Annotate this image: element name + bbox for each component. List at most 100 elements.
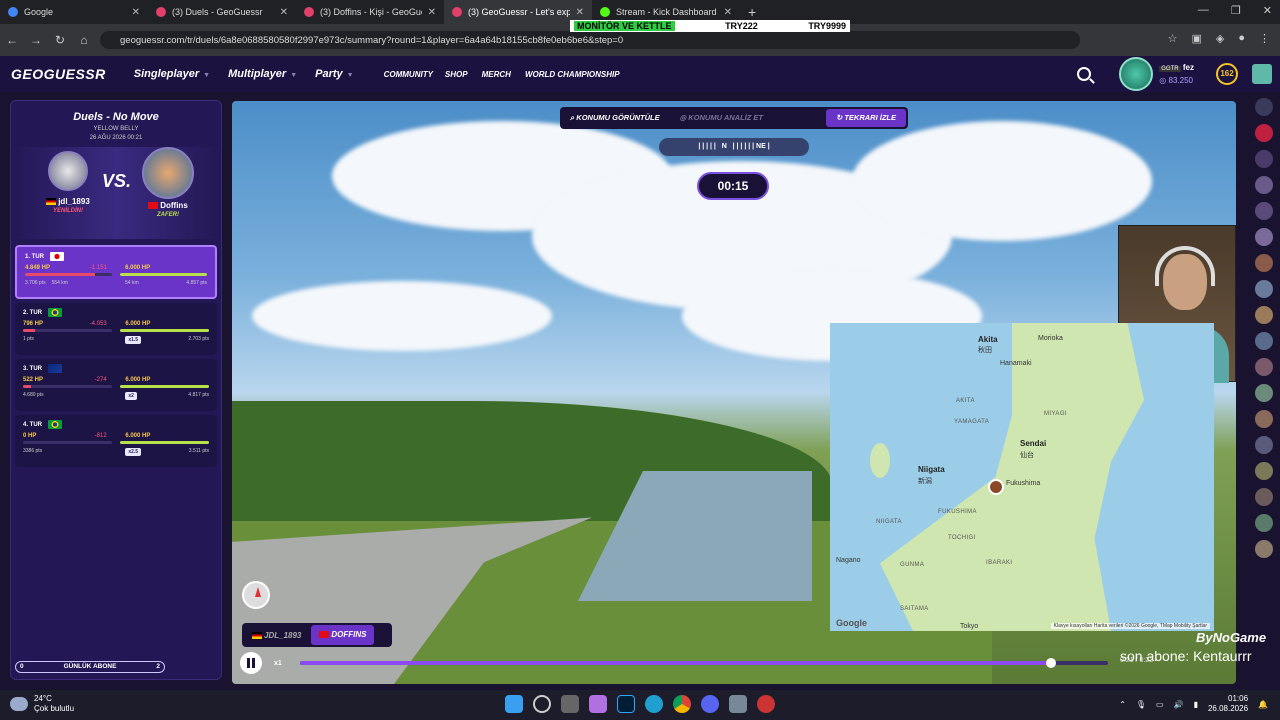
photoshop-icon[interactable] (617, 695, 635, 713)
shield-icon[interactable]: ◈ (1216, 32, 1224, 45)
round-card[interactable]: 4. TUR 0 HP -812 6.000 HP 3386 pts x2.5 3.… (15, 415, 217, 467)
player-1-hp: 796 HP (23, 321, 44, 327)
friend-avatar[interactable] (1255, 410, 1273, 428)
round-card[interactable]: 2. TUR 796 HP -4.053 6.000 HP 1 pts x1.5 2… (15, 303, 217, 355)
friend-avatar[interactable] (1255, 384, 1273, 402)
home-icon[interactable]: ⌂ (72, 33, 96, 47)
weather-widget[interactable]: 24°C Çok bulutlu (10, 694, 74, 714)
menu-icon[interactable]: ⋮ (1259, 32, 1270, 45)
friend-avatar[interactable] (1255, 150, 1273, 168)
battery-icon[interactable]: ▮ (1194, 700, 1198, 709)
minimize-icon[interactable]: — (1198, 4, 1209, 17)
user-avatar[interactable] (1119, 57, 1154, 91)
friend-avatar[interactable] (1255, 280, 1273, 298)
close-tab-icon[interactable]: ✕ (576, 7, 584, 18)
street-view-panorama[interactable]: ⌕ KONUMU GÖRÜNTÜLE ◎ KONUMU ANALİZ ET ↻ … (232, 101, 1236, 684)
favicon-icon (304, 7, 314, 17)
search-icon[interactable] (533, 695, 551, 713)
chrome-icon[interactable] (673, 695, 691, 713)
friend-avatar[interactable] (1255, 254, 1273, 272)
volume-icon[interactable]: 🔊 (1174, 700, 1184, 709)
tab-view-location[interactable]: ⌕ KONUMU GÖRÜNTÜLE (560, 107, 670, 129)
close-tab-icon[interactable]: ✕ (724, 7, 732, 18)
chevron-down-icon: ▼ (290, 72, 298, 79)
tab-title: (3) Duels - GeoGuessr (172, 7, 263, 17)
player-name-text: jdl_1893 (58, 197, 90, 206)
friend-avatar[interactable] (1255, 358, 1273, 376)
friend-avatar[interactable] (1255, 176, 1273, 194)
app-icon[interactable] (729, 695, 747, 713)
nav-singleplayer[interactable]: Singleplayer ▼ (134, 68, 210, 80)
windows-start-icon[interactable] (505, 695, 523, 713)
speed-toggle[interactable]: x1 (274, 660, 282, 667)
progress-handle[interactable] (1046, 658, 1057, 668)
profile-icon[interactable]: ● (1238, 32, 1245, 45)
player-1-name: jdl_1893 (23, 197, 113, 206)
user-info[interactable]: GGTR fez ◎ 83.250 (1159, 62, 1194, 86)
level-badge[interactable]: 162 (1216, 63, 1238, 85)
back-icon[interactable]: ← (0, 33, 24, 47)
friend-avatar[interactable] (1255, 488, 1273, 506)
obs-icon[interactable] (757, 695, 775, 713)
browser-tab[interactable]: (3) Doffins - Kişi - GeoGuessr ✕ (296, 0, 444, 24)
notification-icon[interactable]: 🔔 (1258, 700, 1268, 709)
search-icon[interactable] (1077, 67, 1092, 81)
friend-avatar[interactable] (1255, 124, 1273, 142)
nav-multiplayer[interactable]: Multiplayer ▼ (228, 68, 297, 80)
task-view-icon[interactable] (561, 695, 579, 713)
round-card[interactable]: 1. TUR 4.849 HP -1.151 6.000 HP 3.706 pts… (15, 245, 217, 299)
nav-party[interactable]: Party ▼ (315, 68, 353, 80)
mic-icon[interactable]: 🎙 (1136, 700, 1146, 709)
reload-icon[interactable]: ↻ (48, 33, 72, 47)
friend-avatar[interactable] (1255, 462, 1273, 480)
browser-tab[interactable]: (3) Duels - GeoGuessr ✕ (148, 0, 296, 24)
player-1[interactable]: jdl_1893 YENİLDİN! (23, 151, 113, 214)
close-window-icon[interactable]: ✕ (1263, 4, 1272, 17)
replay-progress[interactable] (300, 658, 1108, 668)
nav-world-championship[interactable]: WORLD CHAMPIONSHIP (525, 70, 620, 79)
new-tab-button[interactable]: + (740, 4, 764, 20)
cloud-icon (10, 697, 28, 711)
close-tab-icon[interactable]: ✕ (428, 7, 436, 18)
tab-watch-replay[interactable]: ↻ TEKRARI İZLE (825, 109, 906, 127)
close-tab-icon[interactable]: ✕ (280, 7, 288, 18)
friend-avatar[interactable] (1255, 306, 1273, 324)
geoguessr-logo[interactable]: GEOGUESSR (11, 66, 106, 82)
discord-icon[interactable] (701, 695, 719, 713)
friend-avatar[interactable] (1255, 514, 1273, 532)
copilot-icon[interactable] (589, 695, 607, 713)
nav-shop[interactable]: SHOP (445, 70, 468, 79)
player-switch-2[interactable]: DOFFINS (311, 625, 375, 645)
edge-icon[interactable] (645, 695, 663, 713)
friend-avatar[interactable] (1255, 540, 1273, 558)
player-2[interactable]: Doffins ZAFER! (123, 147, 213, 218)
chevron-up-icon[interactable]: ⌃ (1119, 700, 1126, 709)
round-card[interactable]: 3. TUR 522 HP -274 6.000 HP 4.680 pts x2 4… (15, 359, 217, 411)
friend-avatar[interactable] (1255, 228, 1273, 246)
url-field[interactable]: geoguessr.com/tr/duels/6a8e0688580580f29… (100, 31, 1080, 49)
friend-avatar[interactable] (1255, 332, 1273, 350)
result-map[interactable]: Akita 秋田 Morioka Hanamaki AKITA MIYAGI Y… (830, 323, 1214, 631)
map-label: Morioka (1038, 335, 1063, 342)
clock[interactable]: 01:06 26.08.2026 (1208, 694, 1248, 714)
compass-north: N (721, 143, 727, 150)
close-tab-icon[interactable]: ✕ (132, 7, 140, 18)
forward-icon[interactable]: → (24, 33, 48, 47)
compass-icon[interactable] (242, 581, 270, 609)
browser-tab[interactable]: Google ✕ (0, 0, 148, 24)
friends-icon[interactable] (1252, 64, 1272, 84)
player-switch-1[interactable]: JDL_1893 (242, 631, 311, 640)
maximize-icon[interactable]: ❐ (1231, 4, 1241, 17)
nav-merch[interactable]: MERCH (482, 70, 511, 79)
bookmark-star-icon[interactable]: ☆ (1168, 32, 1178, 45)
network-icon[interactable]: ▭ (1156, 700, 1164, 709)
tab-analyze-location[interactable]: ◎ KONUMU ANALİZ ET (670, 107, 773, 129)
nav-community[interactable]: COMMUNITY (384, 70, 433, 79)
friend-avatar[interactable] (1255, 436, 1273, 454)
extension-icon[interactable]: ▣ (1191, 32, 1201, 45)
map-attribution[interactable]: Klavye kısayolları Harita verileri ©2026… (1050, 623, 1210, 629)
friend-avatar[interactable] (1255, 202, 1273, 220)
pause-icon[interactable] (240, 652, 262, 674)
guess-pin-icon[interactable] (988, 479, 1004, 495)
friend-avatar[interactable] (1255, 98, 1273, 116)
